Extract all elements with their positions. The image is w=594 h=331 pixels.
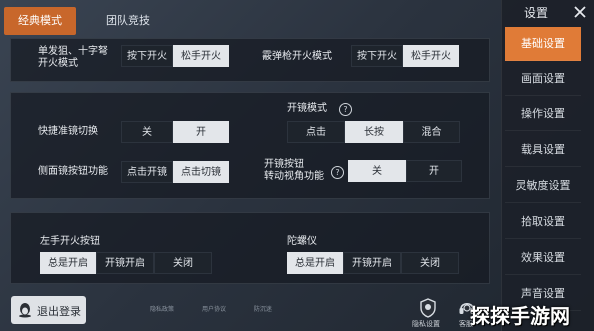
release-fire-option[interactable]: 松手开火 [173,45,229,67]
scope-mode-help-icon[interactable]: ? [339,103,352,116]
privacy-settings-button[interactable]: 隐私设置 [410,298,446,330]
tab-team-deathmatch[interactable]: 团队竞技 [92,7,164,35]
press-fire-option[interactable]: 按下开火 [121,45,173,67]
footer-small-links: 隐私政策 用户协议 防沉迷 [150,304,272,313]
footer-link-anti-addiction[interactable]: 防沉迷 [254,306,272,313]
top-tab-bar: 经典模式 团队竞技 [0,0,500,40]
left-fire-button-selector: 总是开启 开镜开启 关闭 [40,252,212,274]
gyroscope-label: 陀螺仪 [287,236,317,247]
site-watermark: 探探手游网 [470,304,570,328]
gyro-off-option[interactable]: 关闭 [401,252,459,274]
left-fire-button-label: 左手开火按钮 [40,236,100,247]
scope-mixed-option[interactable]: 混合 [403,121,460,143]
left-fire-always-on-option[interactable]: 总是开启 [40,252,96,274]
scope-hold-option[interactable]: 长按 [345,121,403,143]
single-shot-fire-mode-label: 单发狙、十字弩 开火模式 [38,46,108,69]
panel-scope-settings [10,92,490,199]
left-fire-off-option[interactable]: 关闭 [154,252,212,274]
gyro-always-on-option[interactable]: 总是开启 [287,252,343,274]
scope-mode-label: 开镜模式 [287,103,327,114]
scope-view-off-option[interactable]: 关 [348,160,406,182]
side-scope-button-label: 侧面镜按钮功能 [38,166,108,177]
shotgun-release-fire-option[interactable]: 松手开火 [403,45,459,67]
sidebar-item-pickup-settings[interactable]: 拾取设置 [505,205,581,239]
shotgun-fire-mode-selector: 按下开火 松手开火 [351,45,459,67]
quick-scope-off-option[interactable]: 关 [121,121,173,143]
sidebar-item-basic-settings[interactable]: 基础设置 [505,27,581,61]
left-fire-scope-on-option[interactable]: 开镜开启 [96,252,154,274]
qq-penguin-icon [19,303,31,318]
logout-button[interactable]: 退出登录 [11,296,86,324]
single-shot-fire-mode-selector: 按下开火 松手开火 [121,45,229,67]
quick-scope-switch-toggle: 关 开 [121,121,229,143]
shotgun-fire-mode-label: 霰弹枪开火模式 [262,51,332,62]
tab-classic-mode[interactable]: 经典模式 [4,7,76,35]
sidebar-item-graphics-settings[interactable]: 画面设置 [505,62,581,96]
settings-title: 设置 [524,6,549,20]
scope-view-help-icon[interactable]: ? [331,166,344,179]
gyroscope-selector: 总是开启 开镜开启 关闭 [287,252,459,274]
footer-link-user-agreement[interactable]: 用户协议 [202,306,226,313]
close-button[interactable] [572,4,588,20]
scope-tap-option[interactable]: 点击 [287,121,345,143]
footer-link-privacy-policy[interactable]: 隐私政策 [150,306,174,313]
shotgun-press-fire-option[interactable]: 按下开火 [351,45,403,67]
scope-view-on-option[interactable]: 开 [406,160,462,182]
privacy-settings-label: 隐私设置 [412,320,440,328]
gyro-scope-on-option[interactable]: 开镜开启 [343,252,401,274]
tap-to-scope-option[interactable]: 点击开镜 [121,161,173,183]
quick-scope-switch-label: 快捷准镜切换 [38,126,98,137]
logout-label: 退出登录 [37,305,81,318]
tap-to-switch-scope-option[interactable]: 点击切镜 [173,161,229,183]
sidebar-item-controls-settings[interactable]: 操作设置 [505,97,581,131]
scope-view-rotate-toggle: 关 开 [348,160,462,182]
shield-icon [420,298,436,318]
scope-mode-selector: 点击 长按 混合 [287,121,460,143]
side-scope-button-selector: 点击开镜 点击切镜 [121,161,229,183]
sidebar-item-effects-settings[interactable]: 效果设置 [505,241,581,275]
sidebar-item-vehicle-settings[interactable]: 载具设置 [505,133,581,167]
close-icon [574,6,586,18]
quick-scope-on-option[interactable]: 开 [173,121,229,143]
sidebar-item-sensitivity-settings[interactable]: 灵敏度设置 [505,169,581,203]
